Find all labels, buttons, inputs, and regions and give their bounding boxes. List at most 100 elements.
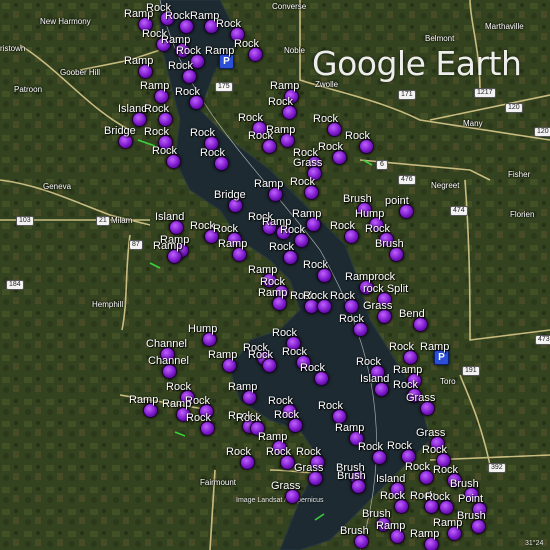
poi-marker-label[interactable]: Ramp (433, 517, 462, 529)
poi-marker-label[interactable]: Ramp (228, 381, 257, 393)
poi-marker-label[interactable]: Rock (268, 96, 293, 108)
poi-marker-label[interactable]: Ramp (140, 80, 169, 92)
poi-marker-label[interactable]: Rock (175, 86, 200, 98)
poi-marker-label[interactable]: Rock (300, 362, 325, 374)
poi-marker-label[interactable]: Rock (433, 464, 458, 476)
poi-marker-label[interactable]: Rock (303, 259, 328, 271)
poi-marker-label[interactable]: Grass (363, 300, 392, 312)
poi-marker-label[interactable]: Brush (450, 478, 479, 490)
poi-marker-label[interactable]: Rock (313, 113, 338, 125)
poi-marker-label[interactable]: Grass (416, 427, 445, 439)
poi-marker-label[interactable]: Ramp (270, 80, 299, 92)
poi-marker-label[interactable]: Rock (330, 220, 355, 232)
poi-marker-label[interactable]: Rock (356, 356, 381, 368)
poi-marker-label[interactable]: rock Split (363, 283, 408, 295)
poi-marker-label[interactable]: Grass (293, 157, 322, 169)
poi-marker-label[interactable]: Bend (399, 308, 425, 320)
poi-marker-label[interactable]: Island (118, 103, 147, 115)
poi-marker-label[interactable]: Ramp (153, 240, 182, 252)
poi-marker-label[interactable]: Rock (282, 346, 307, 358)
poi-marker-label[interactable]: Rock (393, 379, 418, 391)
poi-marker-label[interactable]: Island (360, 373, 389, 385)
poi-marker-label[interactable]: Brush (340, 525, 369, 537)
poi-marker-label[interactable]: Rock (268, 395, 293, 407)
poi-marker-label[interactable]: Ramp (410, 528, 439, 540)
poi-marker-label[interactable]: Rock (266, 446, 291, 458)
poi-marker-label[interactable]: Rock (387, 440, 412, 452)
poi-marker-label[interactable]: Brush (337, 470, 366, 482)
poi-marker-label[interactable]: Rock (248, 130, 273, 142)
poi-marker-label[interactable]: Rock (234, 38, 259, 50)
poi-marker-label[interactable]: Rock (272, 327, 297, 339)
poi-marker-label[interactable]: Rock (389, 341, 414, 353)
poi-marker-label[interactable]: Ramp (393, 364, 422, 376)
poi-marker-label[interactable]: Rock (339, 313, 364, 325)
poi-marker-label[interactable]: Rock (144, 126, 169, 138)
poi-marker-label[interactable]: Point (458, 493, 483, 505)
poi-marker-label[interactable]: Rock (248, 349, 273, 361)
poi-marker-label[interactable]: Rock (380, 490, 405, 502)
poi-marker-label[interactable]: Ramp (258, 431, 287, 443)
poi-marker-label[interactable]: Grass (294, 462, 323, 474)
poi-marker-label[interactable]: Rock (190, 220, 215, 232)
poi-marker-label[interactable]: Rock (226, 446, 251, 458)
poi-marker-label[interactable]: Channel (148, 355, 189, 367)
poi-marker-label[interactable]: Ramp (129, 394, 158, 406)
poi-marker-label[interactable]: Rock (269, 241, 294, 253)
poi-marker-label[interactable]: Ramp (162, 398, 191, 410)
poi-marker-label[interactable]: Rock (165, 10, 190, 22)
poi-marker-label[interactable]: Rock (166, 381, 191, 393)
poi-marker-label[interactable]: Rock (186, 412, 211, 424)
satellite-map[interactable]: Google Earth Image Landsat / Copernicus … (0, 0, 550, 550)
poi-marker-label[interactable]: Bridge (104, 125, 136, 137)
poi-marker-label[interactable]: Rock (318, 400, 343, 412)
poi-marker-label[interactable]: Rock (318, 141, 343, 153)
poi-marker-label[interactable]: Ramp (208, 349, 237, 361)
poi-marker-label[interactable]: Ramp (190, 10, 219, 22)
poi-marker-label[interactable]: Brush (375, 238, 404, 250)
poi-marker-label[interactable]: Hump (355, 208, 384, 220)
poi-marker-label[interactable]: Ramp (292, 208, 321, 220)
poi-marker-label[interactable]: Ramp (218, 238, 247, 250)
poi-marker-label[interactable]: Rock (296, 446, 321, 458)
poi-marker-label[interactable]: Bridge (214, 189, 246, 201)
poi-marker-label[interactable]: Ramp (258, 287, 287, 299)
poi-marker-label[interactable]: Ramp (420, 341, 449, 353)
poi-marker-label[interactable]: Island (376, 473, 405, 485)
poi-marker-label[interactable]: Rock (168, 60, 193, 72)
poi-marker-label[interactable]: Rock (358, 441, 383, 453)
poi-marker-label[interactable]: Rock (144, 103, 169, 115)
poi-marker-label[interactable]: Hump (188, 323, 217, 335)
poi-marker-label[interactable]: Rock (345, 130, 370, 142)
poi-marker-label[interactable]: Rock (152, 145, 177, 157)
poi-marker-label[interactable]: Rock (422, 444, 447, 456)
poi-marker-label[interactable]: Rock (200, 147, 225, 159)
poi-marker-label[interactable]: Grass (271, 480, 300, 492)
poi-marker-label[interactable]: Rock (176, 45, 201, 57)
poi-marker-label[interactable]: Rock (280, 224, 305, 236)
poi-marker-label[interactable]: Rock (274, 409, 299, 421)
poi-marker-label[interactable]: Rock (330, 290, 355, 302)
poi-marker-label[interactable]: Rock (213, 223, 238, 235)
poi-marker-label[interactable]: Grass (406, 392, 435, 404)
poi-marker-label[interactable]: Ramp (335, 422, 364, 434)
poi-marker-label[interactable]: Ramp (124, 55, 153, 67)
poi-marker-label[interactable]: Rock (236, 412, 261, 424)
poi-marker-label[interactable]: Rock (290, 176, 315, 188)
poi-marker-label[interactable]: point (385, 195, 409, 207)
poi-marker-label[interactable]: Channel (146, 338, 187, 350)
poi-marker-label[interactable]: Rock (365, 223, 390, 235)
poi-marker-label[interactable]: Rock (425, 491, 450, 503)
poi-marker-label[interactable]: Rock (405, 461, 430, 473)
poi-marker-label[interactable]: Ramp (248, 264, 277, 276)
poi-marker-label[interactable]: Ramp (254, 178, 283, 190)
poi-marker-label[interactable]: Ramp (205, 45, 234, 57)
poi-marker-label[interactable]: Rock (216, 18, 241, 30)
poi-marker-label[interactable]: Brush (343, 193, 372, 205)
poi-marker-label[interactable]: Island (155, 211, 184, 223)
poi-marker-label[interactable]: Ramprock (345, 271, 395, 283)
poi-marker-label[interactable]: Rock (190, 127, 215, 139)
poi-marker-label[interactable]: Rock (238, 112, 263, 124)
poi-marker-label[interactable]: Rock (303, 290, 328, 302)
poi-marker-label[interactable]: Brush (362, 508, 391, 520)
